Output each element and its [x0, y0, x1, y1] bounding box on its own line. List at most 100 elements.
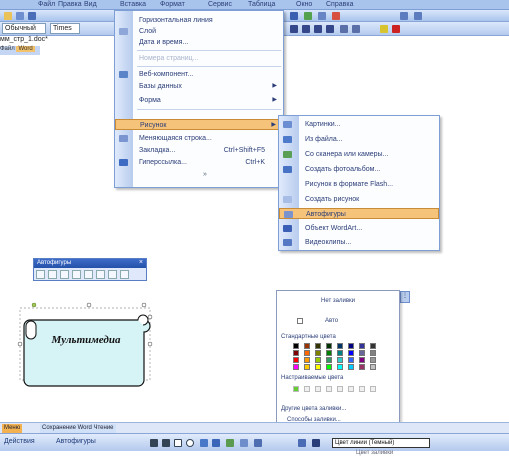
- color-swatch[interactable]: [348, 364, 354, 370]
- color-swatch[interactable]: [304, 357, 310, 363]
- zoom-icon[interactable]: [400, 12, 408, 20]
- color-swatch[interactable]: [337, 364, 343, 370]
- color-swatch[interactable]: [370, 357, 376, 363]
- menu-help[interactable]: Справка: [326, 1, 353, 8]
- color-swatch[interactable]: [315, 350, 321, 356]
- menu-file[interactable]: Файл: [38, 1, 55, 8]
- lines-icon[interactable]: [36, 270, 45, 279]
- oval-icon[interactable]: [186, 439, 194, 447]
- line-icon[interactable]: [162, 439, 170, 447]
- auto-swatch[interactable]: [297, 318, 303, 324]
- drawing-icon[interactable]: [332, 12, 340, 20]
- align-left-icon[interactable]: [290, 25, 298, 33]
- color-swatch[interactable]: [359, 364, 365, 370]
- menu-view[interactable]: Вид: [84, 1, 97, 8]
- picture-item-new-drawing[interactable]: Создать рисунок: [279, 194, 439, 205]
- autoshapes-toolbar[interactable]: Автофигуры ×: [33, 258, 147, 281]
- insert-menu-item-hyperlink[interactable]: Гиперссылка... Ctrl+K: [115, 157, 283, 168]
- font-select[interactable]: Times: [50, 23, 80, 34]
- custom-color-swatch[interactable]: [315, 386, 321, 392]
- autoshapes-menu[interactable]: Автофигуры: [56, 438, 96, 445]
- align-right-icon[interactable]: [314, 25, 322, 33]
- color-swatch[interactable]: [348, 357, 354, 363]
- color-swatch[interactable]: [304, 343, 310, 349]
- connectors-icon[interactable]: [48, 270, 57, 279]
- picture-item-video[interactable]: Видеоклипы...: [279, 237, 439, 248]
- insert-menu-item-database[interactable]: Базы данных ▶: [115, 81, 283, 92]
- insert-menu-item-marquee[interactable]: Меняющаяся строка...: [115, 133, 283, 144]
- color-swatch[interactable]: [293, 343, 299, 349]
- menu-window[interactable]: Окно: [296, 1, 312, 8]
- clipart-icon[interactable]: [240, 439, 248, 447]
- menu-edit[interactable]: Правка: [58, 1, 82, 8]
- insert-menu-item-picture[interactable]: Рисунок ▶: [115, 119, 283, 130]
- color-swatch[interactable]: [348, 343, 354, 349]
- auto-option[interactable]: Авто: [325, 318, 338, 324]
- custom-color-swatch[interactable]: [337, 386, 343, 392]
- flowchart-icon[interactable]: [84, 270, 93, 279]
- columns-icon[interactable]: [318, 12, 326, 20]
- picture-item-clipart[interactable]: Картинки...: [279, 119, 439, 130]
- callouts-icon[interactable]: [108, 270, 117, 279]
- color-swatch[interactable]: [337, 357, 343, 363]
- picture-item-autoshapes[interactable]: Автофигуры: [279, 208, 439, 219]
- insert-menu-item-horizontal-line[interactable]: Горизонтальная линия: [115, 15, 283, 26]
- menu-tools[interactable]: Сервис: [208, 1, 232, 8]
- align-center-icon[interactable]: [302, 25, 310, 33]
- justify-icon[interactable]: [326, 25, 334, 33]
- more-fill-colors-option[interactable]: Другие цвета заливки...: [281, 406, 346, 412]
- color-swatch[interactable]: [326, 350, 332, 356]
- basic-shapes-icon[interactable]: [60, 270, 69, 279]
- custom-color-swatch[interactable]: [293, 386, 299, 392]
- picture-item-from-file[interactable]: Из файла...: [279, 134, 439, 145]
- color-swatch[interactable]: [293, 350, 299, 356]
- style-select[interactable]: Обычный: [2, 23, 46, 34]
- picture-item-scanner[interactable]: Со сканера или камеры...: [279, 149, 439, 160]
- color-swatch[interactable]: [359, 357, 365, 363]
- color-swatch[interactable]: [326, 343, 332, 349]
- line-color-icon[interactable]: [312, 439, 320, 447]
- insert-menu-item-bookmark[interactable]: Закладка... Ctrl+Shift+F5: [115, 145, 283, 156]
- custom-color-swatch[interactable]: [370, 386, 376, 392]
- color-swatch[interactable]: [370, 350, 376, 356]
- excel-icon[interactable]: [304, 12, 312, 20]
- font-color-icon[interactable]: [392, 25, 400, 33]
- help-icon[interactable]: [414, 12, 422, 20]
- tab-document[interactable]: Сохранение Word Чтение: [40, 424, 116, 433]
- color-swatch[interactable]: [337, 343, 343, 349]
- color-swatch[interactable]: [293, 357, 299, 363]
- menu-table[interactable]: Таблица: [248, 1, 275, 8]
- numbering-icon[interactable]: [340, 25, 348, 33]
- save-icon[interactable]: [28, 12, 36, 20]
- picture-icon[interactable]: [254, 439, 262, 447]
- textbox-icon[interactable]: [200, 439, 208, 447]
- fill-color-icon[interactable]: [298, 439, 306, 447]
- insert-menu-item-page-numbers[interactable]: Номера страниц...: [115, 53, 283, 64]
- rectangle-icon[interactable]: [174, 439, 182, 447]
- color-swatch[interactable]: [337, 350, 343, 356]
- highlight-icon[interactable]: [380, 25, 388, 33]
- wordart-icon[interactable]: [212, 439, 220, 447]
- expand-menu-icon[interactable]: »: [203, 171, 207, 178]
- diagram-icon[interactable]: [226, 439, 234, 447]
- menu-insert[interactable]: Вставка: [120, 1, 146, 8]
- color-swatch[interactable]: [304, 364, 310, 370]
- color-swatch[interactable]: [326, 357, 332, 363]
- picture-item-photo-album[interactable]: Создать фотоальбом...: [279, 164, 439, 175]
- color-swatch[interactable]: [315, 364, 321, 370]
- arrow-icon[interactable]: [150, 439, 158, 447]
- document-tab[interactable]: мм_стр_1.doc*: [0, 36, 120, 46]
- document-tab-secondary[interactable]: Файл Word: [0, 46, 40, 55]
- insert-menu-item-date-time[interactable]: Дата и время...: [115, 37, 283, 48]
- color-swatch[interactable]: [304, 350, 310, 356]
- popup-grip-icon[interactable]: ⋮: [400, 291, 410, 303]
- custom-color-swatch[interactable]: [304, 386, 310, 392]
- insert-menu-item-web-component[interactable]: Веб-компонент...: [115, 69, 283, 80]
- picture-item-wordart[interactable]: Объект WordArt...: [279, 223, 439, 234]
- color-swatch[interactable]: [315, 357, 321, 363]
- menu-format[interactable]: Формат: [160, 1, 185, 8]
- tab-menu[interactable]: Меню: [2, 424, 23, 433]
- color-swatch[interactable]: [315, 343, 321, 349]
- new-icon[interactable]: [4, 12, 12, 20]
- color-swatch[interactable]: [370, 343, 376, 349]
